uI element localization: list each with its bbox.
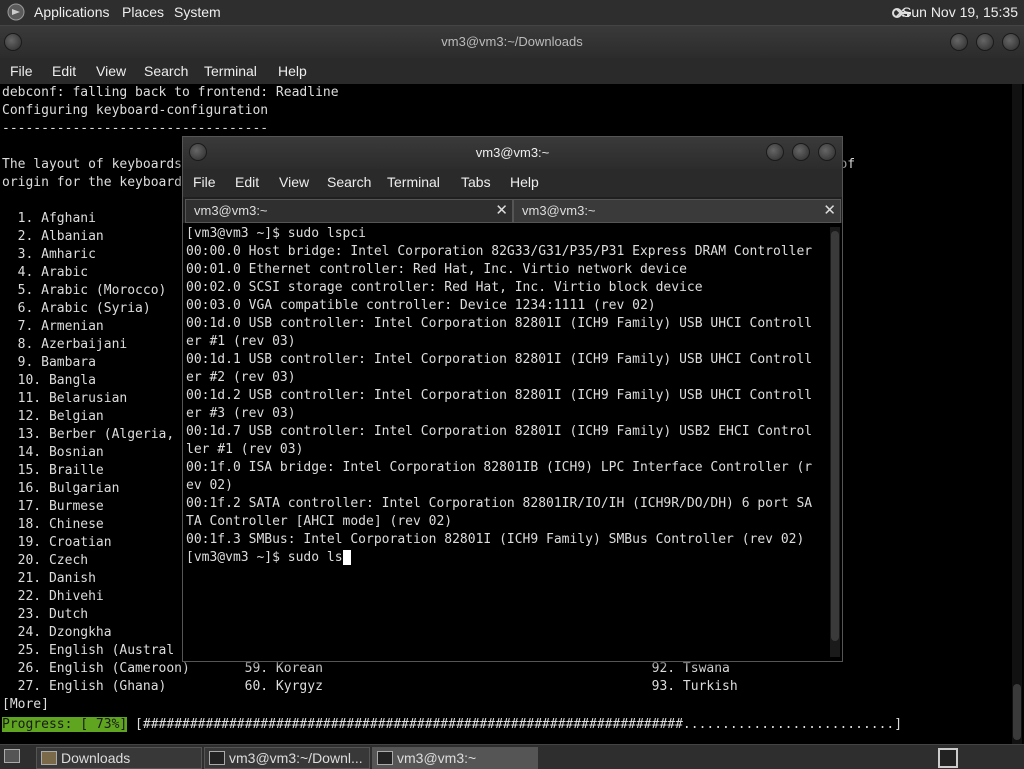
bottom-panel: Downloads vm3@vm3:~/Downl... vm3@vm3:~ — [0, 744, 1024, 769]
front-terminal-line: er #3 (rev 03) — [186, 406, 296, 421]
close-icon[interactable] — [1002, 33, 1020, 51]
back-scroll-thumb[interactable] — [1013, 684, 1021, 740]
menu-file[interactable]: File — [193, 174, 216, 190]
tab-2[interactable]: vm3@vm3:~ ✕ — [513, 199, 841, 223]
clock[interactable]: Sun Nov 19, 15:35 — [902, 4, 1018, 20]
front-terminal-line: 00:1f.3 SMBus: Intel Corporation 82801I … — [186, 532, 805, 547]
front-window-title: vm3@vm3:~ — [475, 145, 550, 160]
front-terminal-line: 00:1f.0 ISA bridge: Intel Corporation 82… — [186, 460, 813, 475]
taskbar-item-terminal-downloads[interactable]: vm3@vm3:~/Downl... — [204, 747, 370, 769]
progress-line: Progress: [ 73%] [######################… — [2, 716, 902, 734]
menu-edit[interactable]: Edit — [52, 63, 76, 79]
front-terminal-line: ev 02) — [186, 478, 233, 493]
text-cursor — [342, 550, 351, 565]
front-terminal-line: TA Controller [AHCI mode] (rev 02) — [186, 514, 453, 529]
terminal-icon — [377, 751, 393, 765]
front-terminal-line: [vm3@vm3 ~]$ sudo lspci — [186, 226, 367, 241]
tab-close-icon[interactable]: ✕ — [823, 201, 836, 219]
show-desktop-icon[interactable] — [4, 749, 20, 763]
front-terminal-line: 00:01.0 Ethernet controller: Red Hat, In… — [186, 262, 687, 277]
menu-file[interactable]: File — [10, 63, 33, 79]
folder-icon — [41, 751, 57, 765]
tab-close-icon[interactable]: ✕ — [495, 201, 508, 219]
back-terminal-line: 26. English (Cameroon) 59. Korean 92. Ts… — [2, 661, 730, 676]
back-terminal-line: Configuring keyboard-configuration — [2, 103, 269, 118]
front-terminal-line: 00:1d.0 USB controller: Intel Corporatio… — [186, 316, 813, 331]
tab-1[interactable]: vm3@vm3:~ ✕ — [185, 199, 513, 223]
taskbar-item-label: vm3@vm3:~/Downl... — [229, 750, 363, 766]
maximize-icon[interactable] — [976, 33, 994, 51]
menu-help[interactable]: Help — [278, 63, 307, 79]
menu-search[interactable]: Search — [144, 63, 188, 79]
front-window-menubar: File Edit View Search Terminal Tabs Help — [183, 169, 842, 197]
menu-places[interactable]: Places — [122, 4, 164, 20]
back-window-title: vm3@vm3:~/Downloads — [441, 34, 583, 49]
front-terminal-line: 00:02.0 SCSI storage controller: Red Hat… — [186, 280, 703, 295]
gnome-foot-icon[interactable] — [6, 3, 26, 21]
minimize-icon[interactable] — [766, 143, 784, 161]
minimize-icon[interactable] — [950, 33, 968, 51]
workspace-switcher[interactable] — [938, 748, 958, 768]
maximize-icon[interactable] — [792, 143, 810, 161]
front-terminal-line: 00:1f.2 SATA controller: Intel Corporati… — [186, 496, 813, 511]
back-scrollbar[interactable] — [1012, 84, 1022, 744]
front-scrollbar[interactable] — [830, 227, 840, 657]
tab-bar: vm3@vm3:~ ✕ vm3@vm3:~ ✕ — [183, 197, 842, 223]
front-terminal-line: 00:1d.2 USB controller: Intel Corporatio… — [186, 388, 813, 403]
prompt-line[interactable]: [vm3@vm3 ~]$ sudo ls — [186, 549, 826, 567]
menu-view[interactable]: View — [279, 174, 309, 190]
taskbar-item-downloads[interactable]: Downloads — [36, 747, 202, 769]
front-terminal-line: 00:00.0 Host bridge: Intel Corporation 8… — [186, 244, 813, 259]
front-terminal-line: er #1 (rev 03) — [186, 334, 296, 349]
back-window-titlebar[interactable]: vm3@vm3:~/Downloads — [0, 26, 1024, 58]
back-terminal-line: [More] — [2, 697, 57, 712]
front-terminal-line: er #2 (rev 03) — [186, 370, 296, 385]
front-terminal-output[interactable]: [vm3@vm3 ~]$ sudo lspci 00:00.0 Host brid… — [186, 225, 826, 657]
menu-tabs[interactable]: Tabs — [461, 174, 491, 190]
taskbar-item-label: vm3@vm3:~ — [397, 750, 477, 766]
taskbar-item-terminal[interactable]: vm3@vm3:~ — [372, 747, 538, 769]
terminal-icon — [209, 751, 225, 765]
menu-terminal[interactable]: Terminal — [204, 63, 257, 79]
front-terminal-line: 00:03.0 VGA compatible controller: Devic… — [186, 298, 656, 313]
menu-search[interactable]: Search — [327, 174, 371, 190]
front-terminal-window: vm3@vm3:~ File Edit View Search Terminal… — [182, 136, 843, 662]
front-terminal-line: ler #1 (rev 03) — [186, 442, 304, 457]
menu-system[interactable]: System — [174, 4, 221, 20]
menu-help[interactable]: Help — [510, 174, 539, 190]
tab-label: vm3@vm3:~ — [194, 203, 268, 218]
back-window-menubar: File Edit View Search Terminal Help — [0, 58, 1024, 84]
close-icon[interactable] — [818, 143, 836, 161]
progress-label: Progress: [ 73%] — [2, 717, 128, 732]
top-panel: Applications Places System ✕ Sun Nov 19,… — [0, 0, 1024, 26]
back-terminal-line: debconf: falling back to frontend: Readl… — [2, 85, 339, 100]
menu-terminal[interactable]: Terminal — [387, 174, 440, 190]
menu-view[interactable]: View — [96, 63, 126, 79]
progress-bar: [#######################################… — [127, 717, 903, 732]
back-terminal-line: 27. English (Ghana) 60. Kyrgyz 93. Turki… — [2, 679, 738, 694]
front-window-titlebar[interactable]: vm3@vm3:~ — [183, 137, 842, 169]
taskbar-item-label: Downloads — [61, 750, 131, 766]
menu-edit[interactable]: Edit — [235, 174, 259, 190]
front-scroll-thumb[interactable] — [831, 231, 839, 641]
menu-applications[interactable]: Applications — [34, 4, 110, 20]
front-terminal-line: 00:1d.1 USB controller: Intel Corporatio… — [186, 352, 813, 367]
tab-label: vm3@vm3:~ — [522, 203, 596, 218]
prompt-text: [vm3@vm3 ~]$ sudo ls — [186, 550, 343, 565]
front-terminal-line: 00:1d.7 USB controller: Intel Corporatio… — [186, 424, 813, 439]
